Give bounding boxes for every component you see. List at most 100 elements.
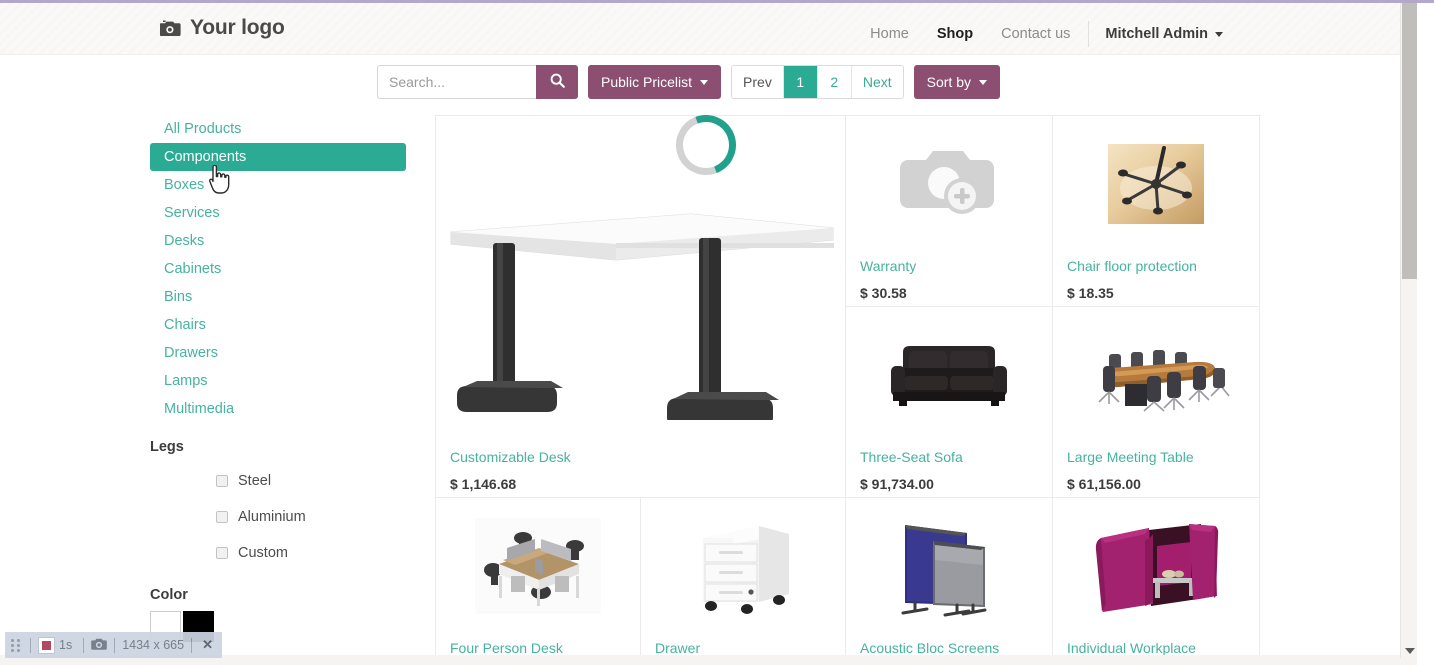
chevron-down-icon xyxy=(978,79,987,85)
product-card-four-person-desk[interactable]: Four Person Desk $ 35,929.15 xyxy=(436,498,641,665)
sidebar: All Products Components Boxes Services D… xyxy=(150,115,406,665)
filter-option-label: Steel xyxy=(238,473,272,489)
product-price: $ 1,146.68 xyxy=(450,476,517,492)
product-card-drawer[interactable]: Drawer $ 5,572.84 xyxy=(641,498,846,665)
recording-border-top xyxy=(0,0,1434,3)
filter-option-aluminium[interactable]: Aluminium xyxy=(216,499,406,535)
filter-option-label: Aluminium xyxy=(238,509,306,525)
sidebar-item-cabinets[interactable]: Cabinets xyxy=(150,255,406,283)
site-header: Your logo Home Shop Contact us Mitchell … xyxy=(0,3,1417,55)
product-name-link[interactable]: Individual Workplace xyxy=(1067,640,1196,656)
pricelist-dropdown[interactable]: Public Pricelist xyxy=(588,65,722,99)
camera-icon[interactable] xyxy=(91,637,108,654)
sidebar-item-boxes[interactable]: Boxes xyxy=(150,171,406,199)
magnifier-icon xyxy=(550,73,565,91)
logo-text: Your logo xyxy=(190,16,285,39)
filter-title-color: Color xyxy=(150,587,188,603)
stop-square-icon[interactable] xyxy=(38,636,55,654)
product-name-link[interactable]: Large Meeting Table xyxy=(1067,449,1194,465)
search-group xyxy=(377,65,578,99)
checkbox-steel[interactable] xyxy=(216,475,228,487)
pagination-page-1[interactable]: 1 xyxy=(783,66,818,98)
sort-by-dropdown[interactable]: Sort by xyxy=(913,65,1000,99)
product-image-three-seat-sofa xyxy=(846,315,1052,435)
mouse-cursor-pointer-icon xyxy=(207,164,231,200)
sidebar-item-components[interactable]: Components xyxy=(150,143,406,171)
sidebar-item-all-products[interactable]: All Products xyxy=(150,115,406,143)
checkbox-aluminium[interactable] xyxy=(216,511,228,523)
close-x-icon[interactable]: ✕ xyxy=(199,637,216,653)
product-image-drawer xyxy=(641,506,845,626)
recorder-divider xyxy=(83,637,85,653)
filter-option-custom[interactable]: Custom xyxy=(216,535,406,571)
nav-item-home[interactable]: Home xyxy=(856,26,923,42)
search-box xyxy=(377,65,578,99)
pagination-prev[interactable]: Prev xyxy=(732,66,784,98)
top-navigation: Home Shop Contact us Mitchell Admin xyxy=(856,21,1235,47)
sidebar-item-bins[interactable]: Bins xyxy=(150,283,406,311)
scroll-down-arrow-icon[interactable] xyxy=(1405,648,1415,654)
product-name-link[interactable]: Drawer xyxy=(655,640,700,656)
product-image-chair-floor-protection xyxy=(1053,124,1259,244)
pagination-page-2[interactable]: 2 xyxy=(817,66,852,98)
sidebar-item-chairs[interactable]: Chairs xyxy=(150,311,406,339)
product-name-link[interactable]: Three-Seat Sofa xyxy=(860,449,963,465)
product-grid: Customizable Desk $ 1,146.68 Warranty $ … xyxy=(435,115,1261,665)
shop-toolbar: Public Pricelist Prev 1 2 Next Sort by xyxy=(377,65,1000,99)
recorder-elapsed-time: 1s xyxy=(59,638,73,652)
sidebar-item-multimedia[interactable]: Multimedia xyxy=(150,395,406,423)
user-menu[interactable]: Mitchell Admin xyxy=(1093,26,1235,42)
vertical-scrollbar[interactable] xyxy=(1400,3,1417,658)
search-button[interactable] xyxy=(536,65,578,99)
pagination-next[interactable]: Next xyxy=(851,66,903,98)
product-name-link[interactable]: Warranty xyxy=(860,258,916,274)
product-name-link[interactable]: Acoustic Bloc Screens xyxy=(860,640,999,656)
drag-handle-icon[interactable] xyxy=(11,638,20,652)
product-card-individual-workplace[interactable]: Individual Workplace $ 1,353.08 xyxy=(1053,498,1260,665)
sidebar-item-services[interactable]: Services xyxy=(150,199,406,227)
product-card-chair-floor-protection[interactable]: Chair floor protection $ 18.35 xyxy=(1053,116,1260,307)
camera-icon xyxy=(160,19,181,37)
search-input[interactable] xyxy=(377,65,536,99)
sidebar-item-desks[interactable]: Desks xyxy=(150,227,406,255)
chevron-down-icon xyxy=(700,79,709,85)
product-image-acoustic-bloc-screens xyxy=(846,506,1052,626)
recorder-divider xyxy=(114,637,116,653)
sort-by-label: Sort by xyxy=(926,74,971,90)
product-price: $ 91,734.00 xyxy=(860,476,934,492)
checkbox-custom[interactable] xyxy=(216,547,228,559)
product-image-individual-workplace xyxy=(1053,506,1259,626)
recorder-dimensions: 1434 x 665 xyxy=(122,638,185,652)
nav-item-contact-us[interactable]: Contact us xyxy=(987,26,1084,42)
product-card-large-meeting-table[interactable]: Large Meeting Table $ 61,156.00 xyxy=(1053,307,1260,498)
placeholder-camera-add-icon xyxy=(900,142,998,227)
nav-item-shop[interactable]: Shop xyxy=(923,26,987,42)
product-image-warranty xyxy=(846,124,1052,244)
product-image-four-person-desk xyxy=(436,506,640,626)
product-name-link[interactable]: Chair floor protection xyxy=(1067,258,1197,274)
vertical-scrollbar-thumb[interactable] xyxy=(1402,3,1417,279)
product-card-three-seat-sofa[interactable]: Three-Seat Sofa $ 91,734.00 xyxy=(846,307,1053,498)
brand-logo[interactable]: Your logo xyxy=(160,16,285,40)
recorder-divider xyxy=(191,637,193,653)
filter-option-label: Custom xyxy=(238,545,288,561)
product-name-link[interactable]: Customizable Desk xyxy=(450,449,571,465)
filter-title-legs: Legs xyxy=(150,439,184,455)
product-name-link[interactable]: Four Person Desk xyxy=(450,640,563,656)
pagination: Prev 1 2 Next xyxy=(731,65,904,99)
product-price: $ 61,156.00 xyxy=(1067,476,1141,492)
product-card-customizable-desk[interactable]: Customizable Desk $ 1,146.68 xyxy=(436,116,846,498)
sidebar-item-lamps[interactable]: Lamps xyxy=(150,367,406,395)
pricelist-label: Public Pricelist xyxy=(601,74,693,90)
product-price: $ 18.35 xyxy=(1067,285,1114,301)
product-image-customizable-desk xyxy=(436,124,845,435)
sidebar-item-drawers[interactable]: Drawers xyxy=(150,339,406,367)
product-image-large-meeting-table xyxy=(1053,315,1259,435)
product-card-acoustic-bloc-screens[interactable]: Acoustic Bloc Screens $ 4,510.26 xyxy=(846,498,1053,665)
filter-option-steel[interactable]: Steel xyxy=(216,463,406,499)
product-card-warranty[interactable]: Warranty $ 30.58 xyxy=(846,116,1053,307)
chevron-down-icon xyxy=(1215,31,1223,37)
nav-divider xyxy=(1088,21,1090,47)
screen-recorder-toolbar: 1s 1434 x 665 ✕ xyxy=(5,632,222,658)
recorder-divider xyxy=(30,637,31,653)
